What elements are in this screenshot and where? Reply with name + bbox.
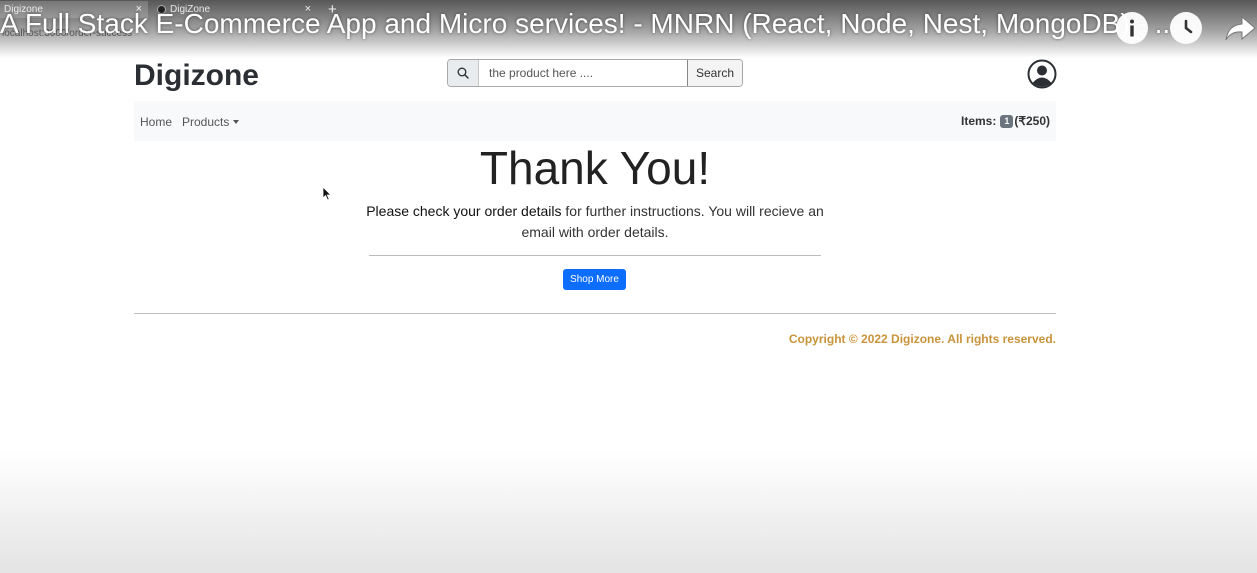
- search-button[interactable]: Search: [687, 60, 742, 86]
- footer-divider: [134, 313, 1056, 314]
- search-icon: [448, 60, 479, 86]
- shop-more-button[interactable]: Shop More: [563, 269, 626, 290]
- cart-count-badge: 1: [1000, 114, 1014, 128]
- background-fade: [0, 450, 1257, 573]
- message-text: for further instructions. You will recie…: [521, 203, 824, 240]
- mouse-cursor-icon: [322, 186, 332, 206]
- clock-icon[interactable]: [1170, 12, 1202, 44]
- cart-total: (₹250): [1014, 114, 1050, 128]
- nav-home-link[interactable]: Home: [140, 115, 172, 129]
- cart-label: Items:: [960, 114, 997, 128]
- search-input[interactable]: [479, 60, 687, 86]
- order-details-link[interactable]: Please check your order details: [366, 203, 561, 219]
- nav-products-dropdown[interactable]: Products: [182, 115, 240, 129]
- info-icon[interactable]: [1116, 12, 1148, 44]
- video-title[interactable]: A Full Stack E-Commerce App and Micro se…: [0, 8, 1178, 40]
- user-circle-icon[interactable]: [1027, 59, 1057, 89]
- share-icon[interactable]: [1224, 12, 1256, 44]
- copyright-text: Copyright © 2022 Digizone. All rights re…: [788, 332, 1056, 346]
- page-title: Thank You!: [479, 142, 711, 194]
- navbar: Home Products Items: 1 (₹250): [134, 101, 1056, 141]
- cart-status[interactable]: Items: 1 (₹250): [961, 114, 1050, 128]
- brand-logo[interactable]: Digizone: [134, 59, 259, 93]
- nav-products-label: Products: [182, 115, 230, 129]
- divider: [369, 255, 821, 256]
- caret-down-icon: [233, 120, 240, 124]
- search-bar: Search: [447, 59, 743, 87]
- order-message: Please check your order details for furt…: [366, 201, 824, 243]
